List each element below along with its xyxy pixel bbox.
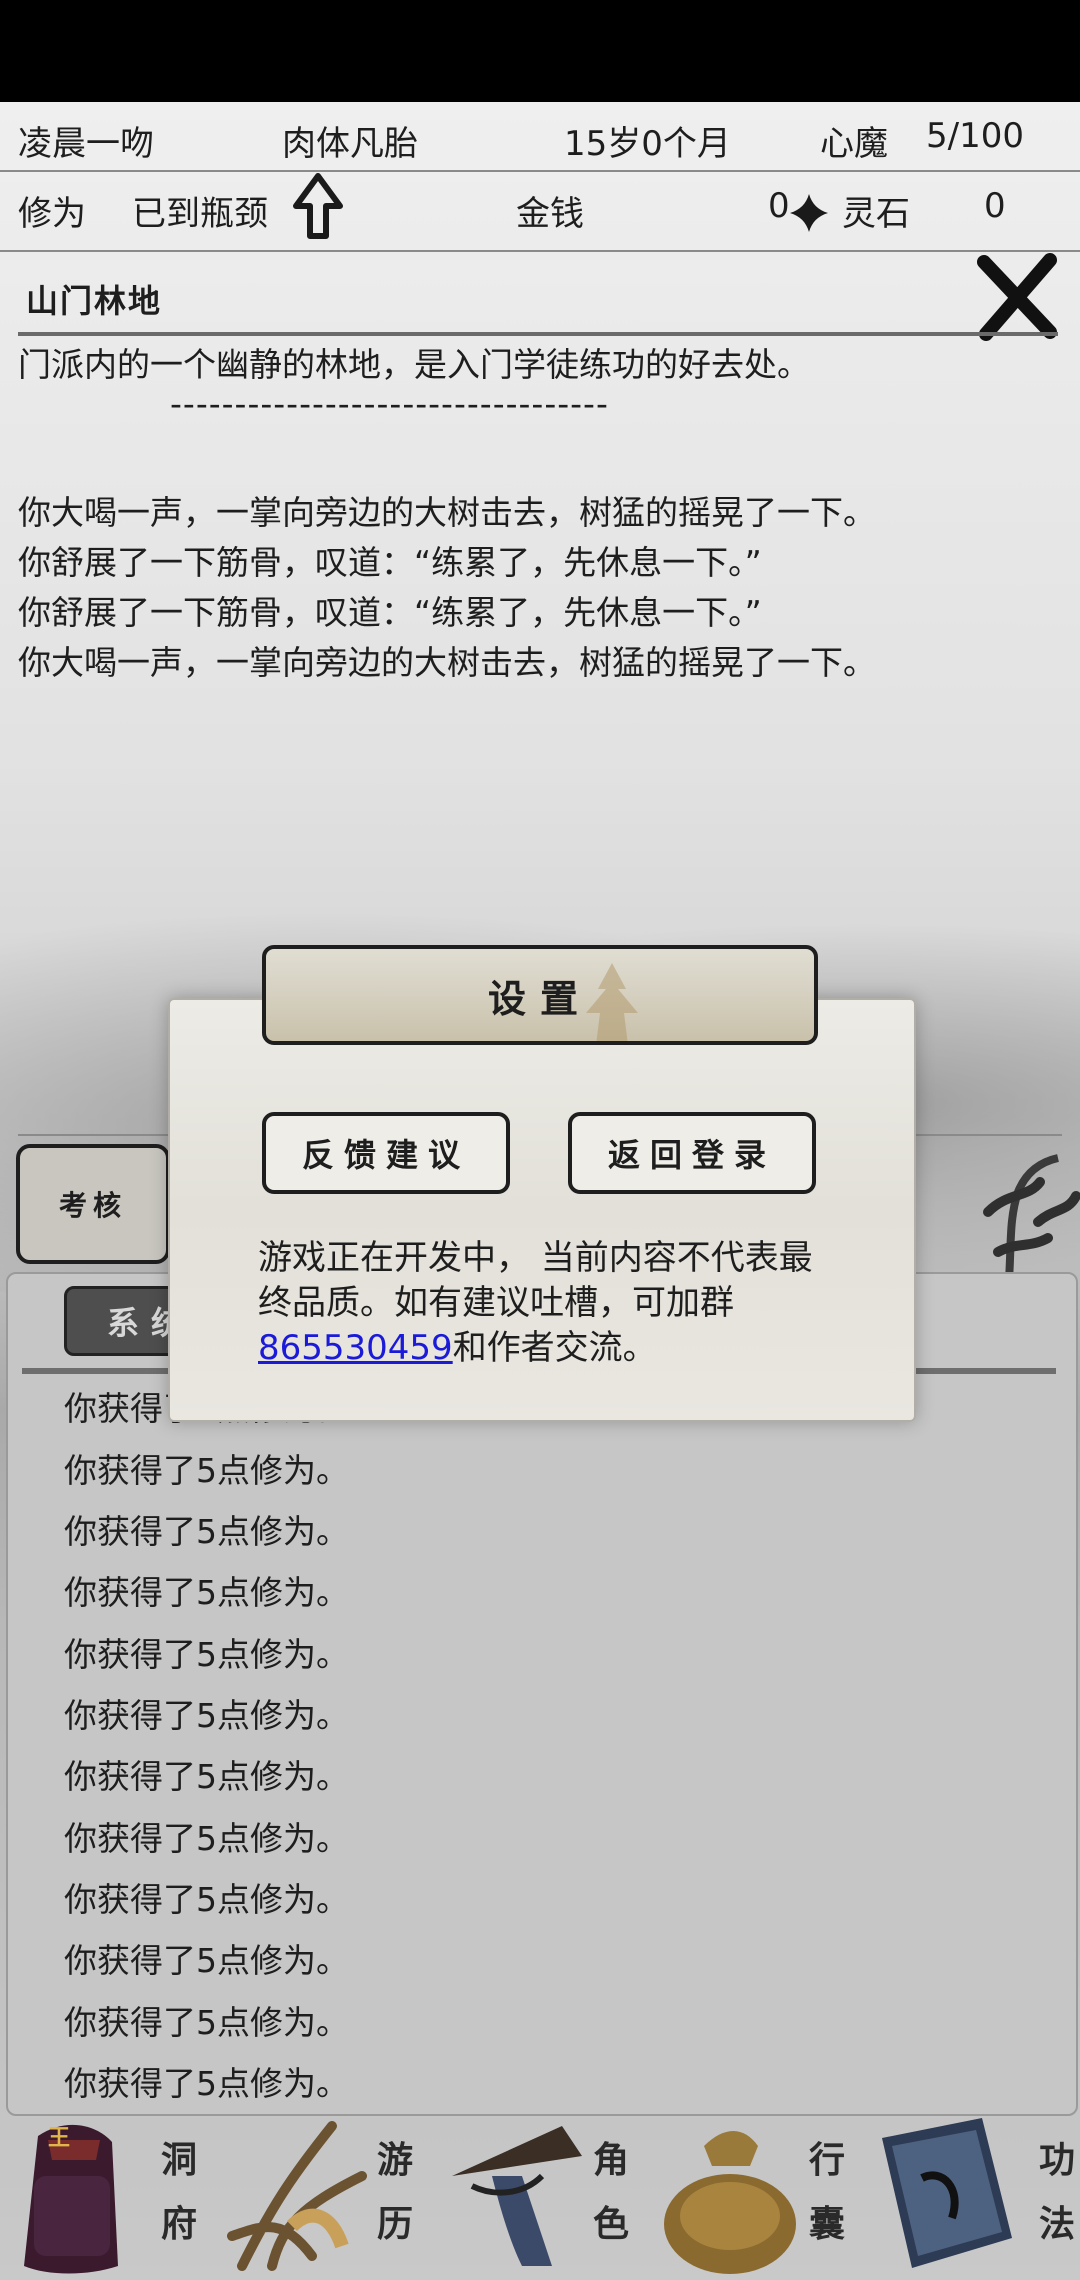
feedback-button[interactable]: 反馈建议	[262, 1112, 510, 1194]
development-notice: 游戏正在开发中， 当前内容不代表最终品质。如有建议吐槽，可加群 865530459…	[258, 1236, 838, 1371]
settings-title-bar: 设置	[262, 945, 818, 1045]
settings-title: 设置	[487, 976, 592, 1021]
notice-text-end: 和作者交流。	[452, 1328, 657, 1368]
notice-text: 游戏正在开发中， 当前内容不代表最终品质。如有建议吐槽，可加群	[258, 1238, 813, 1323]
qq-group-link[interactable]: 865530459	[258, 1328, 453, 1368]
back-to-login-button[interactable]: 返回登录	[568, 1112, 816, 1194]
settings-modal-layer: 设置 反馈建议 返回登录 游戏正在开发中， 当前内容不代表最终品质。如有建议吐槽…	[0, 0, 1080, 2280]
